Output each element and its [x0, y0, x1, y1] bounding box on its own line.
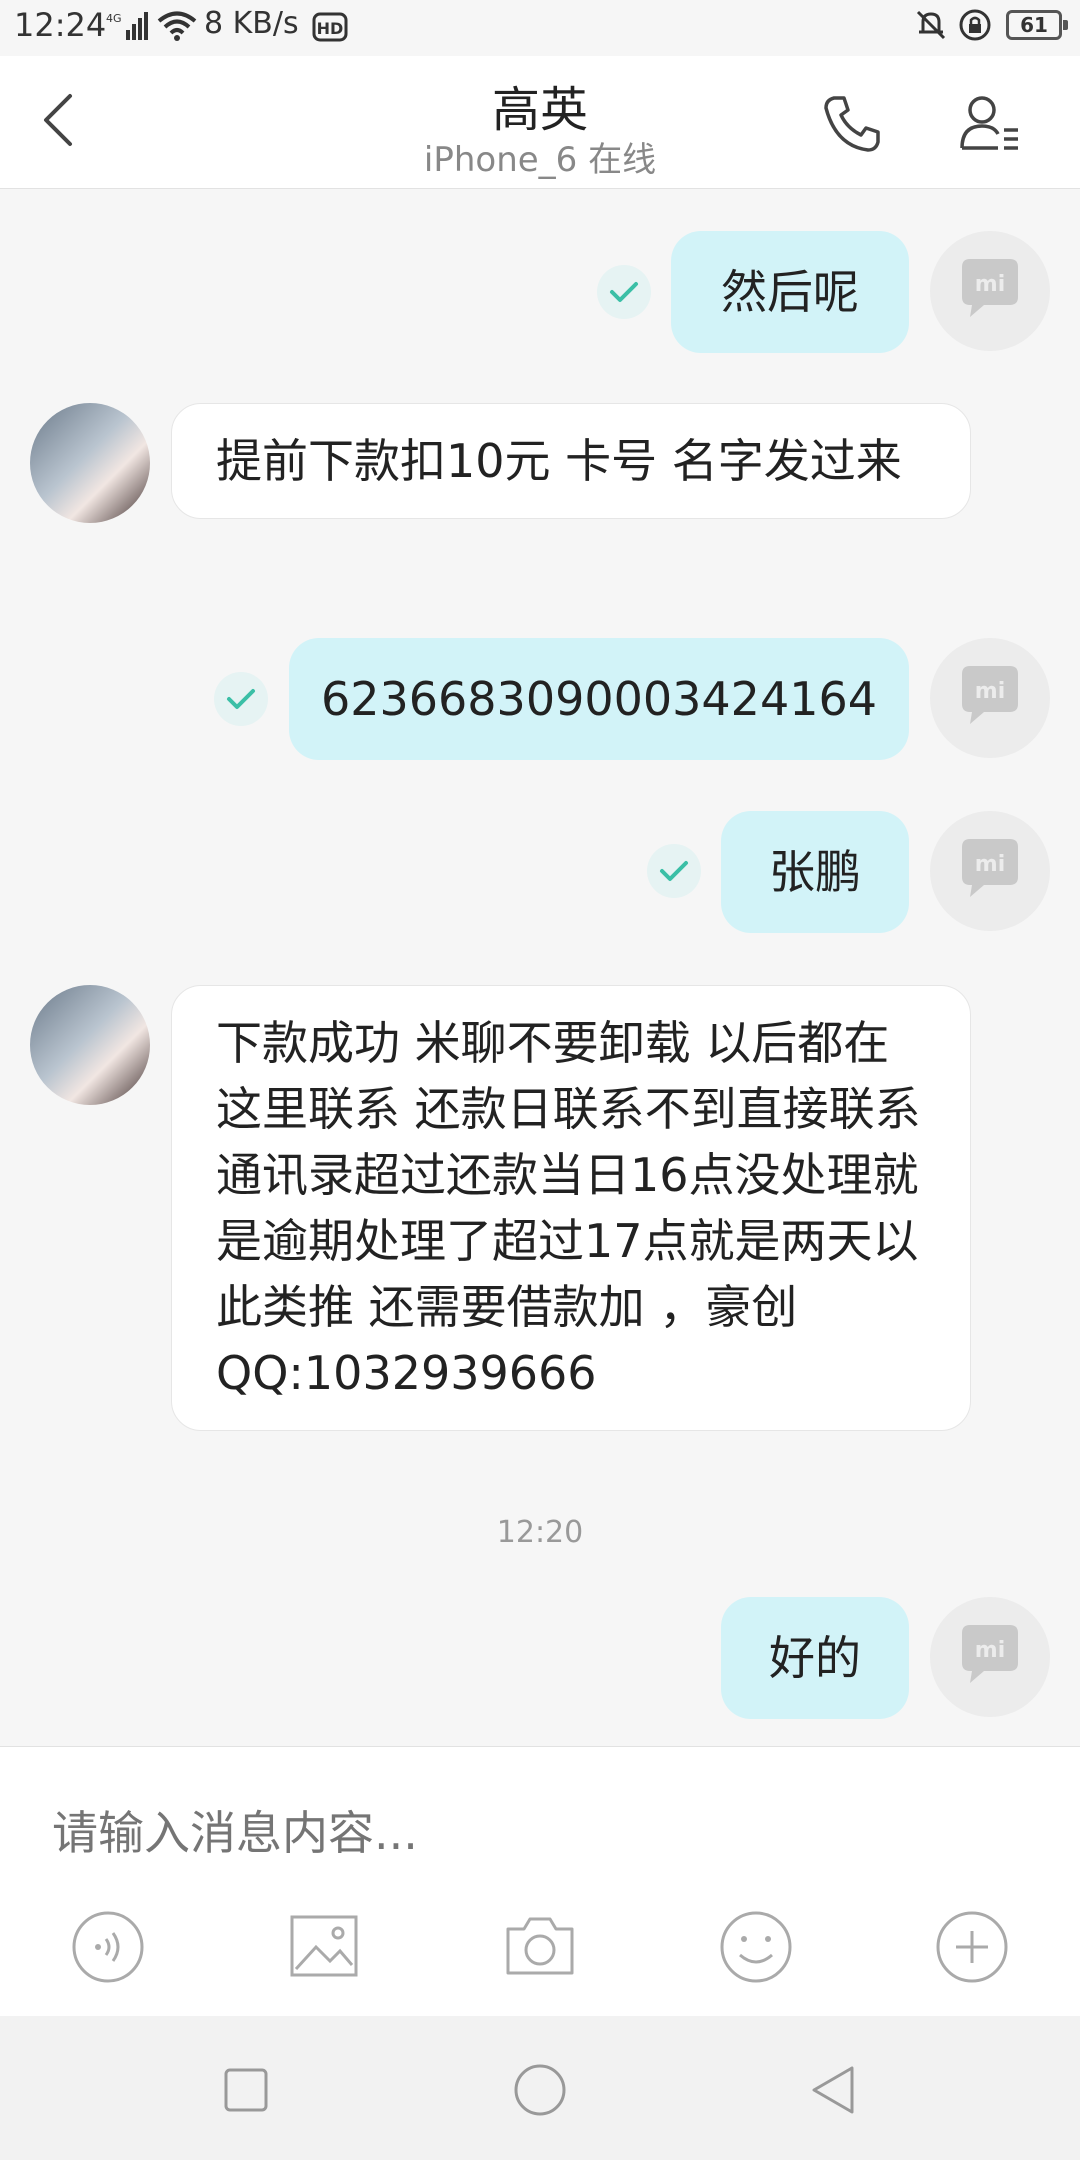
mi-logo-icon: mi: [962, 259, 1018, 317]
voice-button[interactable]: [68, 1907, 148, 1987]
read-check-icon: [597, 265, 651, 319]
image-button[interactable]: [284, 1907, 364, 1987]
self-avatar[interactable]: mi: [930, 231, 1050, 351]
mi-logo-icon: mi: [962, 666, 1018, 724]
lock-icon: [958, 8, 992, 46]
system-nav-bar: [0, 2016, 1080, 2160]
svg-text:mi: mi: [975, 1638, 1005, 1663]
voice-icon: [72, 1911, 144, 1983]
status-bar: 12:24 4G 8 KB/s HD 61: [0, 0, 1080, 56]
hd-icon: HD: [312, 10, 348, 46]
message-composer: [0, 1746, 1080, 2017]
hd-label: HD: [317, 19, 344, 38]
contact-name: 高英: [491, 82, 588, 138]
signal-icon: 4G: [106, 10, 150, 46]
network-type: 4G: [106, 12, 122, 25]
message-input[interactable]: [50, 1787, 1034, 1879]
contact-status: iPhone_6 在线: [423, 140, 657, 180]
camera-button[interactable]: [500, 1907, 580, 1987]
phone-icon: [824, 96, 880, 152]
network-speed: 8 KB/s: [204, 6, 299, 41]
message-bubble-outgoing[interactable]: 好的: [721, 1597, 909, 1719]
self-avatar[interactable]: mi: [930, 1597, 1050, 1717]
wifi-icon: [156, 10, 198, 46]
profile-icon: [960, 96, 1018, 150]
call-button[interactable]: [820, 92, 884, 156]
contact-avatar[interactable]: [30, 403, 150, 523]
read-check-icon: [647, 844, 701, 898]
message-list[interactable]: 然后呢 mi 提前下款扣10元 卡号 名字发过来 623668309000342…: [0, 189, 1080, 1745]
square-icon: [224, 2068, 268, 2112]
svg-text:mi: mi: [975, 852, 1005, 877]
battery-level: 61: [1020, 13, 1048, 37]
back-nav-button[interactable]: [804, 2060, 864, 2120]
battery-icon: 61: [1006, 10, 1068, 40]
message-bubble-outgoing[interactable]: 张鹏: [721, 811, 909, 933]
home-button[interactable]: [510, 2060, 570, 2120]
message-bubble-incoming[interactable]: 提前下款扣10元 卡号 名字发过来: [171, 403, 971, 519]
circle-icon: [514, 2064, 566, 2116]
svg-text:mi: mi: [975, 679, 1005, 704]
emoji-icon: [720, 1911, 792, 1983]
message-bubble-incoming[interactable]: 下款成功 米聊不要卸载 以后都在这里联系 还款日联系不到直接联系通讯录超过还款当…: [171, 985, 971, 1431]
more-button[interactable]: [932, 1907, 1012, 1987]
svg-text:mi: mi: [975, 272, 1005, 297]
image-icon: [290, 1915, 358, 1977]
message-bubble-outgoing[interactable]: 然后呢: [671, 231, 909, 353]
self-avatar[interactable]: mi: [930, 811, 1050, 931]
message-timestamp: 12:20: [496, 1515, 584, 1550]
chat-header: 高英 iPhone_6 在线: [0, 56, 1080, 189]
mi-logo-icon: mi: [962, 839, 1018, 897]
mute-icon: [914, 8, 948, 46]
message-bubble-outgoing[interactable]: 6236683090003424164: [289, 638, 909, 760]
contact-avatar[interactable]: [30, 985, 150, 1105]
contact-info-button[interactable]: [958, 92, 1022, 156]
self-avatar[interactable]: mi: [930, 638, 1050, 758]
status-time: 12:24: [14, 6, 107, 44]
recents-button[interactable]: [216, 2060, 276, 2120]
camera-icon: [506, 1917, 574, 1975]
plus-icon: [936, 1911, 1008, 1983]
emoji-button[interactable]: [716, 1907, 796, 1987]
mi-logo-icon: mi: [962, 1625, 1018, 1683]
read-check-icon: [214, 672, 268, 726]
triangle-back-icon: [812, 2066, 854, 2114]
